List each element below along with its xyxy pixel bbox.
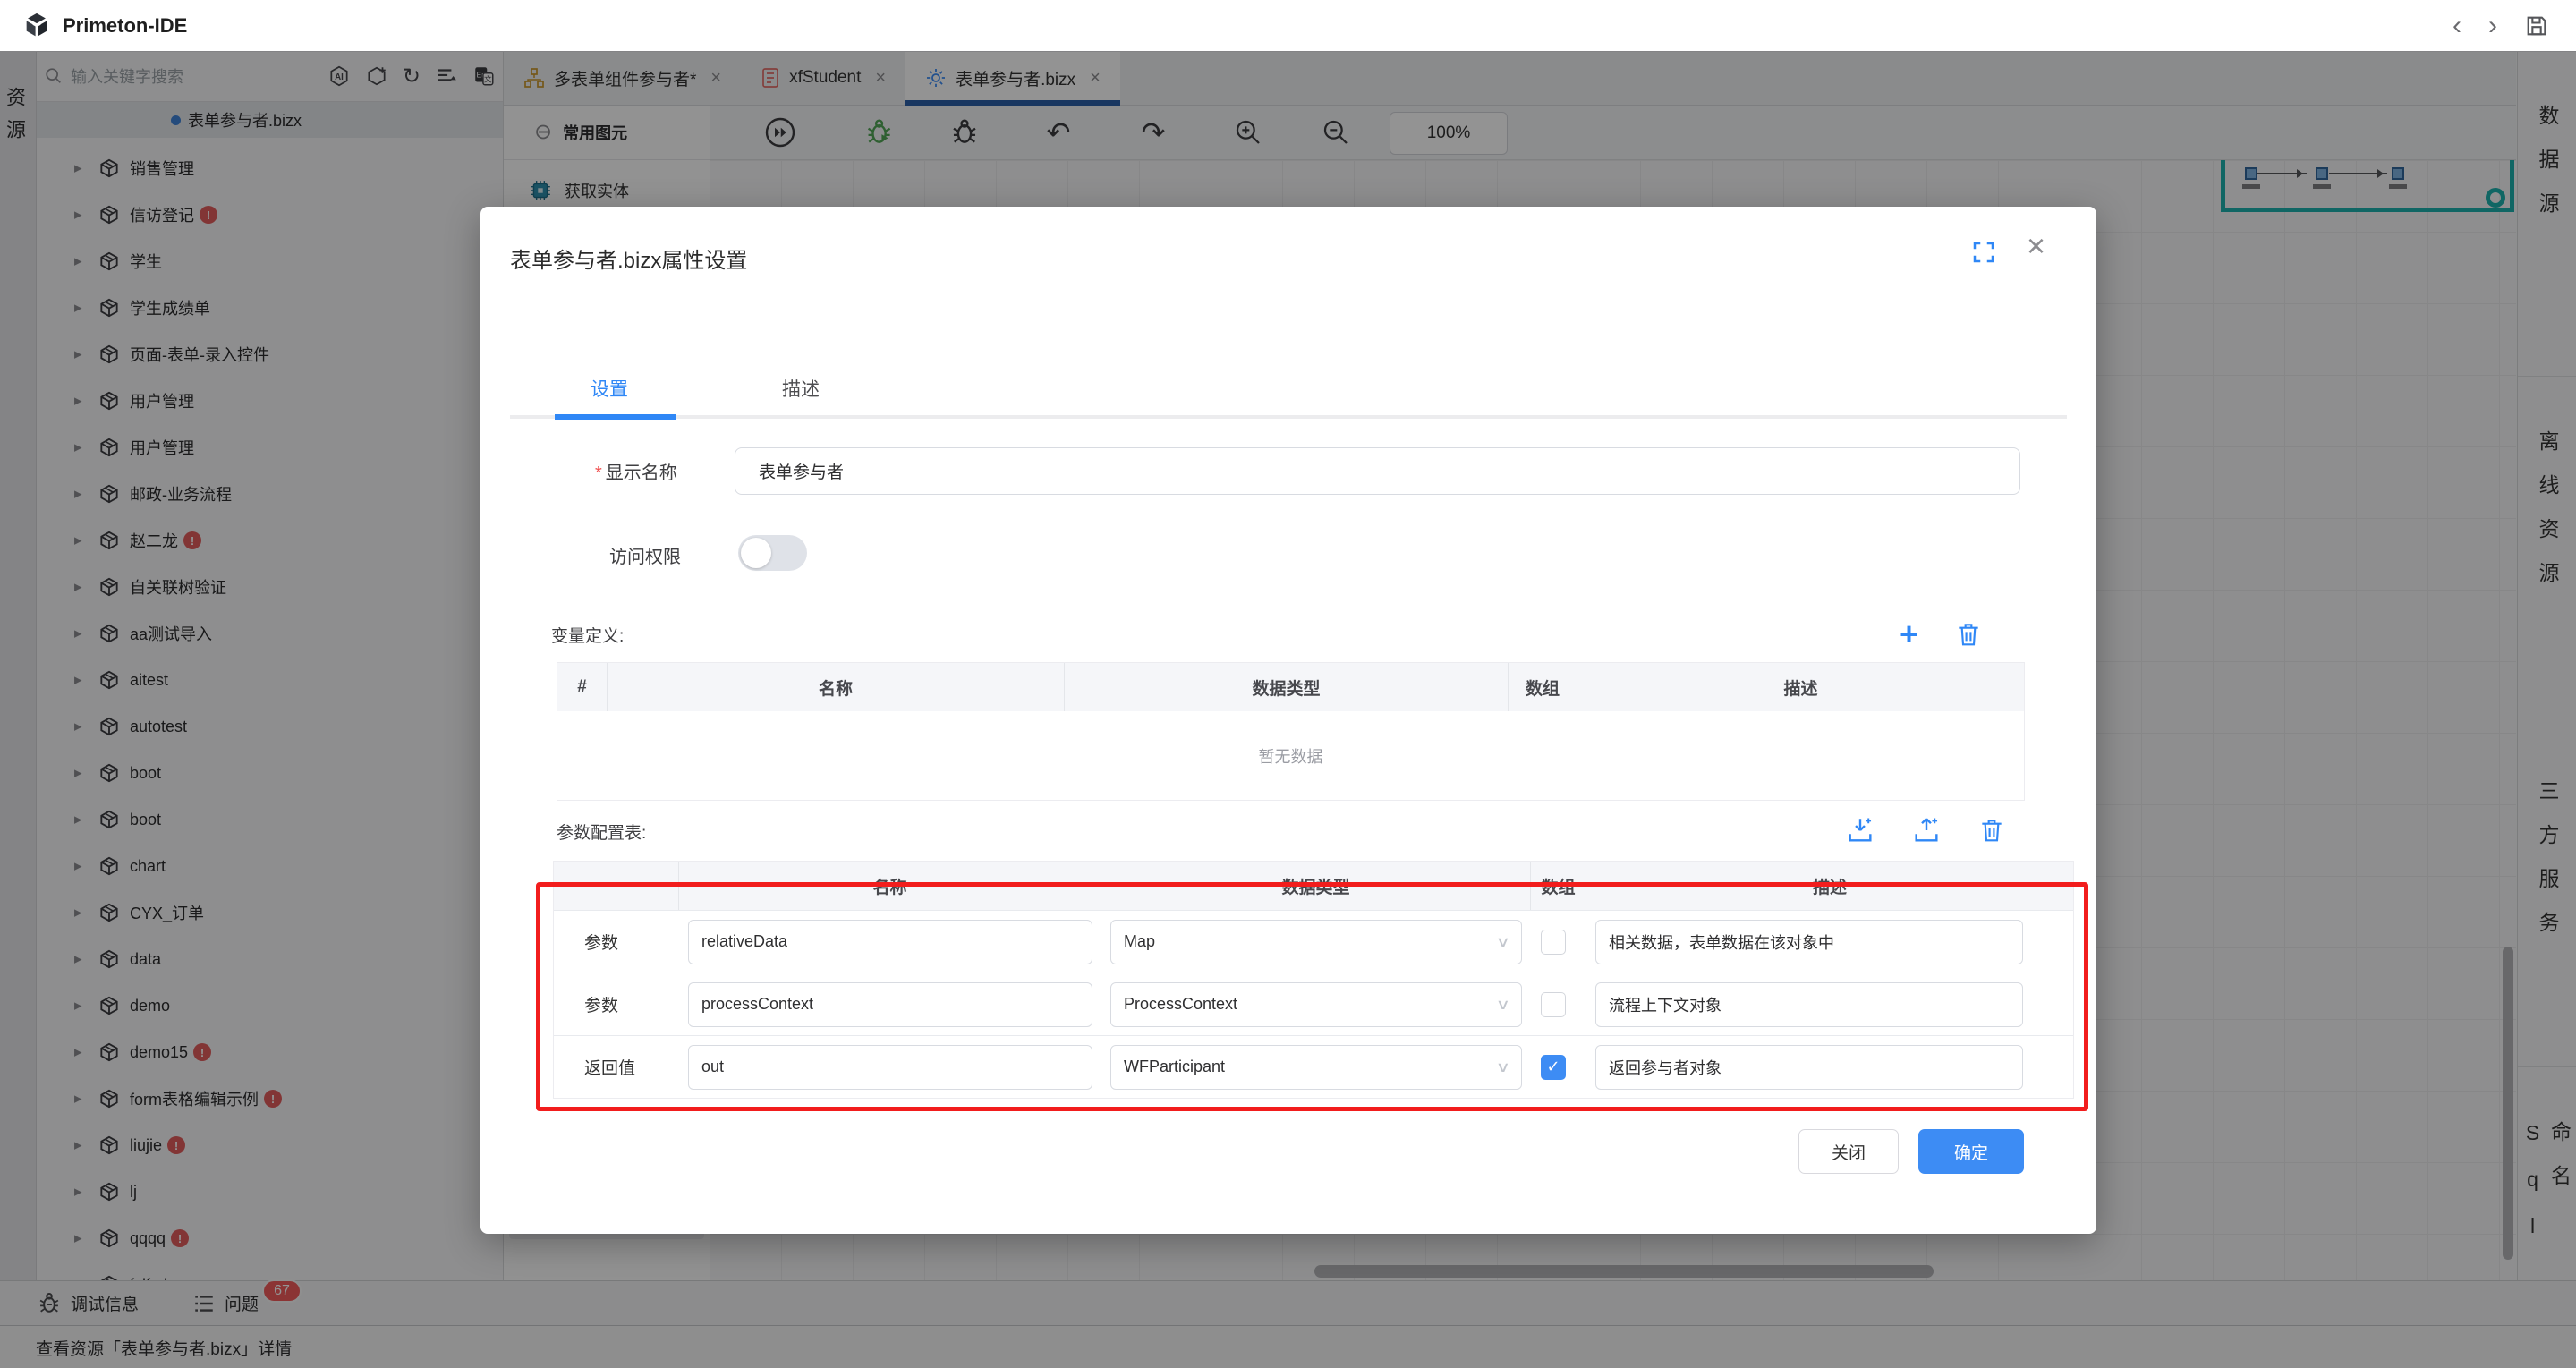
access-permission-label: 访问权限 bbox=[609, 542, 681, 568]
param-table-header: 名称 数据类型 数组 描述 bbox=[554, 862, 2073, 910]
param-type-select[interactable]: Map∨ bbox=[1110, 920, 1522, 964]
delete-variable-icon[interactable] bbox=[1954, 620, 1983, 649]
col-type: 数据类型 bbox=[1101, 862, 1531, 910]
fullscreen-icon[interactable] bbox=[1970, 239, 1997, 266]
import-params-icon[interactable] bbox=[1845, 815, 1875, 845]
col-desc: 描述 bbox=[1577, 663, 2024, 711]
save-icon[interactable] bbox=[2524, 13, 2549, 38]
tab-track bbox=[510, 415, 2067, 419]
export-params-icon[interactable] bbox=[1911, 815, 1942, 845]
param-type-select[interactable]: WFParticipant∨ bbox=[1110, 1045, 1522, 1090]
nav-forward-icon[interactable]: › bbox=[2488, 13, 2497, 39]
col-index: # bbox=[557, 663, 608, 711]
close-button[interactable]: 关闭 bbox=[1798, 1129, 1899, 1174]
param-desc-input[interactable]: 返回参与者对象 bbox=[1595, 1045, 2023, 1090]
param-kind-label: 参数 bbox=[554, 930, 679, 954]
dialog-title: 表单参与者.bizx属性设置 bbox=[510, 242, 747, 274]
col-kind bbox=[554, 862, 679, 910]
param-row: 返回值 out WFParticipant∨ ✓ bbox=[554, 1035, 2073, 1098]
dialog-tab-description[interactable]: 描述 bbox=[782, 375, 820, 402]
variable-table: # 名称 数据类型 数组 描述 暂无数据 bbox=[557, 662, 2025, 801]
param-table: 名称 数据类型 数组 描述 参数 relativeData Map∨ bbox=[553, 861, 2074, 1099]
display-name-label: *显示名称 bbox=[595, 458, 677, 484]
add-variable-icon[interactable]: + bbox=[1900, 618, 1918, 650]
chevron-down-icon: ∨ bbox=[1496, 1058, 1510, 1076]
param-kind-label: 参数 bbox=[554, 992, 679, 1016]
app-logo-icon bbox=[21, 11, 52, 41]
col-array: 数组 bbox=[1531, 862, 1586, 910]
param-row: 参数 relativeData Map∨ ✓ bbox=[554, 910, 2073, 973]
app-title: Primeton-IDE bbox=[63, 14, 187, 38]
empty-data-text: 暂无数据 bbox=[557, 711, 2024, 800]
chevron-down-icon: ∨ bbox=[1496, 996, 1510, 1014]
chevron-down-icon: ∨ bbox=[1496, 933, 1510, 951]
array-checkbox[interactable]: ✓ bbox=[1541, 992, 1566, 1017]
param-name-input[interactable]: relativeData bbox=[688, 920, 1092, 964]
param-name-input[interactable]: processContext bbox=[688, 982, 1092, 1027]
variable-table-header: # 名称 数据类型 数组 描述 bbox=[557, 663, 2024, 711]
tab-ink-bar bbox=[555, 414, 676, 420]
param-name-input[interactable]: out bbox=[688, 1045, 1092, 1090]
delete-params-icon[interactable] bbox=[1977, 816, 2006, 845]
properties-dialog: 表单参与者.bizx属性设置 × 设置 描述 *显示名称 表单参与者 访问权限 … bbox=[480, 207, 2096, 1234]
title-bar: Primeton-IDE ‹ › bbox=[0, 0, 2576, 52]
array-checkbox[interactable]: ✓ bbox=[1541, 1055, 1566, 1080]
check-icon: ✓ bbox=[1546, 1058, 1560, 1076]
param-type-select[interactable]: ProcessContext∨ bbox=[1110, 982, 1522, 1027]
param-row: 参数 processContext ProcessContext∨ ✓ bbox=[554, 973, 2073, 1035]
param-section-label: 参数配置表: bbox=[557, 820, 646, 844]
param-desc-input[interactable]: 相关数据，表单数据在该对象中 bbox=[1595, 920, 2023, 964]
variable-section-label: 变量定义: bbox=[551, 623, 624, 647]
col-array: 数组 bbox=[1509, 663, 1577, 711]
param-kind-label: 返回值 bbox=[554, 1055, 679, 1079]
col-name: 名称 bbox=[679, 862, 1101, 910]
required-asterisk: * bbox=[595, 463, 602, 483]
access-permission-toggle[interactable] bbox=[738, 535, 807, 571]
col-name: 名称 bbox=[608, 663, 1065, 711]
dialog-tab-settings[interactable]: 设置 bbox=[591, 375, 628, 402]
close-icon[interactable]: × bbox=[2027, 230, 2045, 262]
app-window: Primeton-IDE ‹ › 资源 输入关键字搜索 AI bbox=[0, 0, 2576, 1368]
ok-button[interactable]: 确定 bbox=[1918, 1129, 2024, 1174]
col-desc: 描述 bbox=[1586, 862, 2073, 910]
display-name-input[interactable]: 表单参与者 bbox=[735, 447, 2020, 495]
param-desc-input[interactable]: 流程上下文对象 bbox=[1595, 982, 2023, 1027]
nav-back-icon[interactable]: ‹ bbox=[2453, 13, 2461, 39]
array-checkbox[interactable]: ✓ bbox=[1541, 930, 1566, 955]
col-type: 数据类型 bbox=[1065, 663, 1509, 711]
